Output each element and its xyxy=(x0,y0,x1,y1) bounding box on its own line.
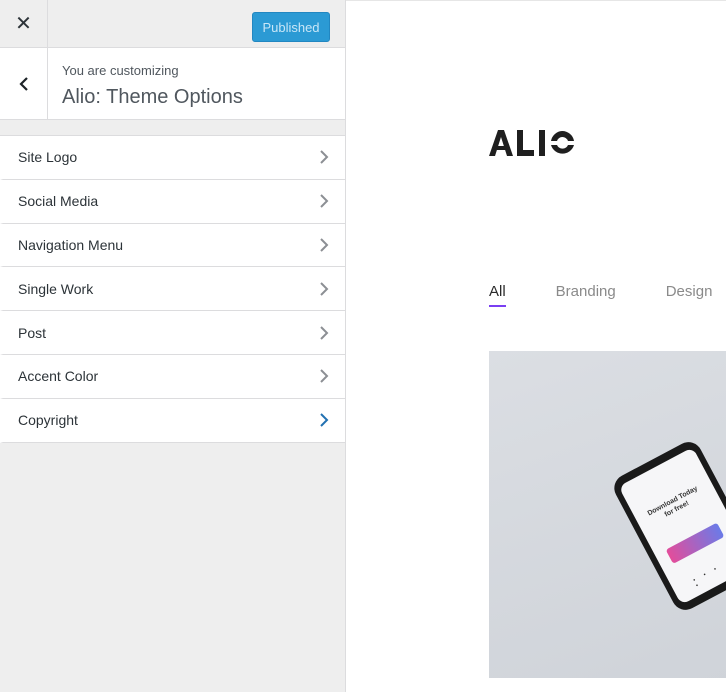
site-preview: All Branding Design Download Today for f… xyxy=(346,0,726,692)
alio-logo-icon xyxy=(489,130,574,156)
close-button[interactable]: ✕ xyxy=(0,0,48,47)
filter-all[interactable]: All xyxy=(489,283,506,307)
section-accent-color[interactable]: Accent Color xyxy=(0,354,345,399)
chevron-right-icon xyxy=(320,369,329,384)
customizer-sidebar: ✕ Published You are customizing Alio: Th… xyxy=(0,0,346,692)
phone-cta-button xyxy=(665,522,725,564)
section-label: Copyright xyxy=(18,412,78,429)
section-post[interactable]: Post xyxy=(0,311,345,355)
chevron-right-icon xyxy=(320,282,329,296)
section-label: Post xyxy=(18,324,47,341)
portfolio-image[interactable]: Download Today for free! • • • • xyxy=(489,351,726,678)
filter-design[interactable]: Design xyxy=(666,283,713,300)
section-navigation-menu[interactable]: Navigation Menu xyxy=(0,223,345,268)
filter-branding[interactable]: Branding xyxy=(556,283,616,300)
phone-mockup: Download Today for free! • • • • xyxy=(609,437,726,615)
customizing-subtitle: You are customizing xyxy=(62,63,179,78)
section-social-media[interactable]: Social Media xyxy=(0,179,345,224)
section-label: Social Media xyxy=(18,193,99,210)
phone-headline: Download Today for free! xyxy=(646,485,699,519)
portfolio-filters: All Branding Design xyxy=(489,283,726,307)
phone-screen: Download Today for free! • • • • xyxy=(618,447,726,605)
section-list: Site Logo Social Media Navigation Menu S… xyxy=(0,135,345,443)
publish-button[interactable]: Published xyxy=(252,12,330,42)
chevron-right-icon xyxy=(320,150,329,165)
chevron-right-icon xyxy=(320,325,329,340)
panel-title: Alio: Theme Options xyxy=(62,86,243,108)
customizer-header: ✕ Published xyxy=(0,0,345,48)
customize-info: You are customizing Alio: Theme Options xyxy=(0,48,345,120)
section-label: Single Work xyxy=(18,280,94,297)
chevron-right-icon xyxy=(320,194,329,208)
back-button[interactable] xyxy=(0,48,48,119)
chevron-right-icon xyxy=(320,238,329,252)
chevron-left-icon xyxy=(18,76,28,91)
section-copyright[interactable]: Copyright xyxy=(0,398,345,443)
section-label: Site Logo xyxy=(18,149,78,166)
phone-dots: • • • • xyxy=(692,564,722,590)
section-label: Accent Color xyxy=(18,368,99,385)
section-site-logo[interactable]: Site Logo xyxy=(0,136,345,180)
site-logo[interactable] xyxy=(489,129,577,165)
section-single-work[interactable]: Single Work xyxy=(0,267,345,312)
section-label: Navigation Menu xyxy=(18,236,124,253)
close-icon: ✕ xyxy=(15,13,32,35)
chevron-right-icon xyxy=(320,413,329,427)
